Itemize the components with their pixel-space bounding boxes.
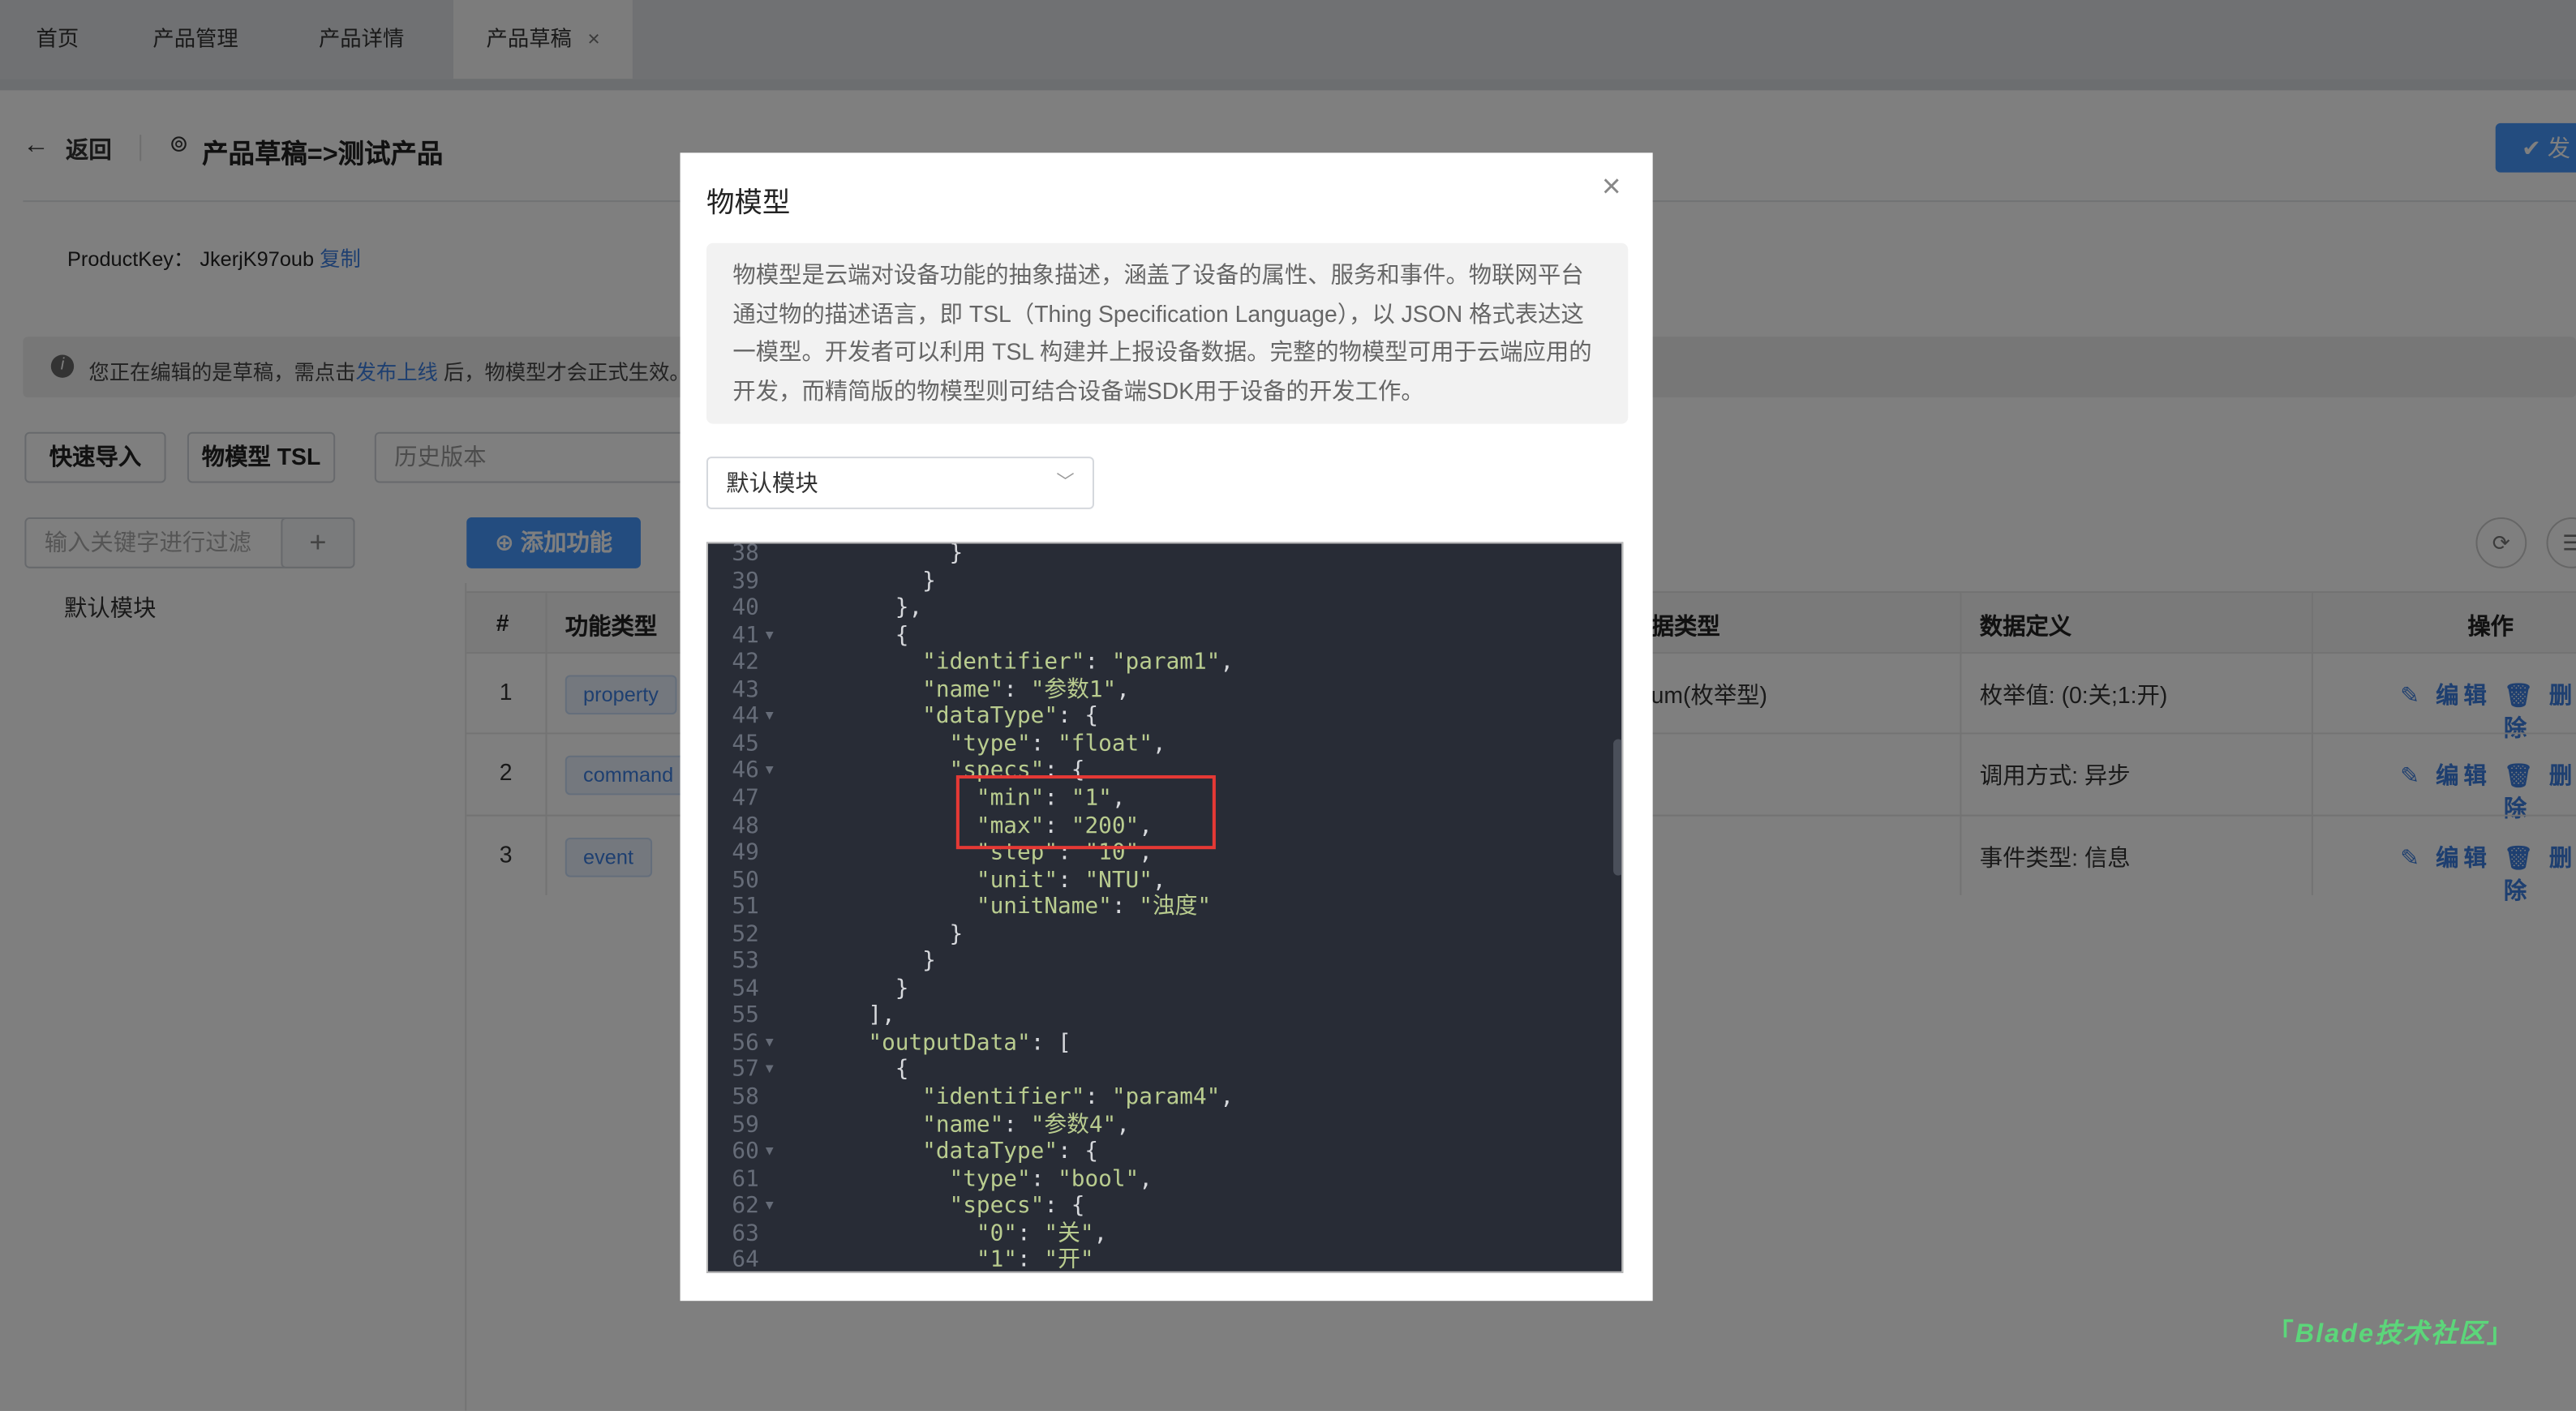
code-text: "name": "参数1",	[922, 676, 1130, 703]
line-number: 46	[732, 757, 759, 784]
code-text: },	[787, 594, 923, 621]
code-line: 62 ▼ "specs": {	[708, 1192, 1621, 1220]
highlight-box	[955, 775, 1216, 850]
line-number: 48	[732, 812, 759, 839]
code-line: 42 "identifier": "param1",	[708, 649, 1621, 676]
line-number: 53	[732, 948, 759, 975]
code-text: "unit": "NTU",	[976, 866, 1166, 894]
line-number: 39	[732, 567, 759, 594]
line-number: 45	[732, 731, 759, 757]
code-line: 55 ],	[708, 1002, 1621, 1030]
line-number: 51	[732, 894, 759, 920]
modal-title: 物模型	[706, 187, 791, 219]
code-text: {	[787, 1057, 909, 1083]
code-text: "type": "float",	[949, 731, 1166, 757]
line-number: 64	[732, 1246, 759, 1273]
code-text: }	[787, 948, 936, 975]
line-number: 41	[732, 621, 759, 649]
code-line: 58 "identifier": "param4",	[708, 1083, 1621, 1112]
code-line: 54 }	[708, 975, 1621, 1003]
tsl-modal: 物模型 × 物模型是云端对设备功能的抽象描述，涵盖了设备的属性、服务和事件。物联…	[680, 152, 1653, 1302]
code-text: "1": "开"	[976, 1246, 1094, 1273]
code-text: }	[787, 920, 964, 948]
code-line: 61 "type": "bool",	[708, 1165, 1621, 1193]
line-number: 63	[732, 1220, 759, 1246]
line-number: 61	[732, 1165, 759, 1192]
fold-arrow-icon[interactable]: ▼	[766, 1193, 774, 1220]
code-text: {	[787, 621, 909, 649]
fold-arrow-icon[interactable]: ▼	[766, 622, 774, 650]
line-number: 49	[732, 839, 759, 866]
code-text: "identifier": "param4",	[922, 1083, 1234, 1111]
code-line: 57 ▼ {	[708, 1057, 1621, 1084]
code-line: 39 }	[708, 567, 1621, 595]
chevron-down-icon: ﹀	[1056, 473, 1075, 493]
code-line: 40 },	[708, 594, 1621, 622]
code-text: }	[787, 975, 909, 1002]
code-text: "0": "关",	[976, 1220, 1108, 1246]
line-number: 54	[732, 975, 759, 1002]
code-text: "type": "bool",	[949, 1165, 1153, 1192]
code-line: 44 ▼ "dataType": {	[708, 703, 1621, 731]
code-text: "unitName": "浊度"	[976, 894, 1212, 920]
line-number: 47	[732, 785, 759, 812]
code-text: }	[787, 567, 936, 594]
watermark-logo: 「Blade技术社区」	[2267, 1320, 2515, 1349]
line-number: 55	[732, 1002, 759, 1029]
line-number: 50	[732, 866, 759, 894]
code-line: 59 "name": "参数4",	[708, 1111, 1621, 1139]
code-text: "specs": {	[949, 1192, 1085, 1220]
fold-arrow-icon[interactable]: ▼	[766, 704, 774, 731]
tsl-code-editor[interactable]: 38 } 39 } 40 }, 41 ▼ {42 "identifier": "para…	[706, 542, 1624, 1273]
code-line: 41 ▼ {	[708, 621, 1621, 650]
code-line: 52 }	[708, 920, 1621, 949]
code-text: "outputData": [	[868, 1029, 1071, 1057]
line-number: 56	[732, 1029, 759, 1057]
code-line: 63 "0": "关",	[708, 1220, 1621, 1247]
fold-arrow-icon[interactable]: ▼	[766, 1057, 774, 1084]
close-icon[interactable]: ×	[1602, 169, 1621, 208]
line-number: 62	[732, 1192, 759, 1220]
line-number: 59	[732, 1111, 759, 1138]
code-line: 60 ▼ "dataType": {	[708, 1138, 1621, 1166]
editor-scrollbar[interactable]	[1613, 739, 1622, 876]
code-line: 38 }	[708, 542, 1621, 567]
fold-arrow-icon[interactable]: ▼	[766, 1139, 774, 1166]
tsl-description: 物模型是云端对设备功能的抽象描述，涵盖了设备的属性、服务和事件。物联网平台通过物…	[706, 242, 1629, 424]
line-number: 43	[732, 676, 759, 703]
code-text: "name": "参数4",	[922, 1111, 1130, 1138]
code-line: 45 "type": "float",	[708, 731, 1621, 758]
code-text: "identifier": "param1",	[922, 649, 1234, 675]
line-number: 58	[732, 1083, 759, 1111]
code-line: 56 ▼ "outputData": [	[708, 1029, 1621, 1057]
code-line: 50 "unit": "NTU",	[708, 866, 1621, 894]
code-text: "dataType": {	[922, 1138, 1099, 1165]
line-number: 42	[732, 649, 759, 675]
line-number: 57	[732, 1057, 759, 1083]
line-number: 52	[732, 920, 759, 948]
code-line: 43 "name": "参数1",	[708, 676, 1621, 704]
code-text: "dataType": {	[922, 703, 1099, 730]
line-number: 38	[732, 542, 759, 567]
fold-arrow-icon[interactable]: ▼	[766, 758, 774, 786]
line-number: 44	[732, 703, 759, 730]
code-text: ],	[787, 1002, 895, 1029]
line-number: 40	[732, 594, 759, 621]
code-line: 51 "unitName": "浊度"	[708, 894, 1621, 921]
code-line: 64 "1": "开"	[708, 1246, 1621, 1273]
fold-arrow-icon[interactable]: ▼	[766, 1030, 774, 1057]
module-select[interactable]: 默认模块 ﹀	[706, 457, 1094, 509]
code-line: 53 }	[708, 948, 1621, 976]
line-number: 60	[732, 1138, 759, 1165]
code-text: }	[787, 542, 964, 567]
